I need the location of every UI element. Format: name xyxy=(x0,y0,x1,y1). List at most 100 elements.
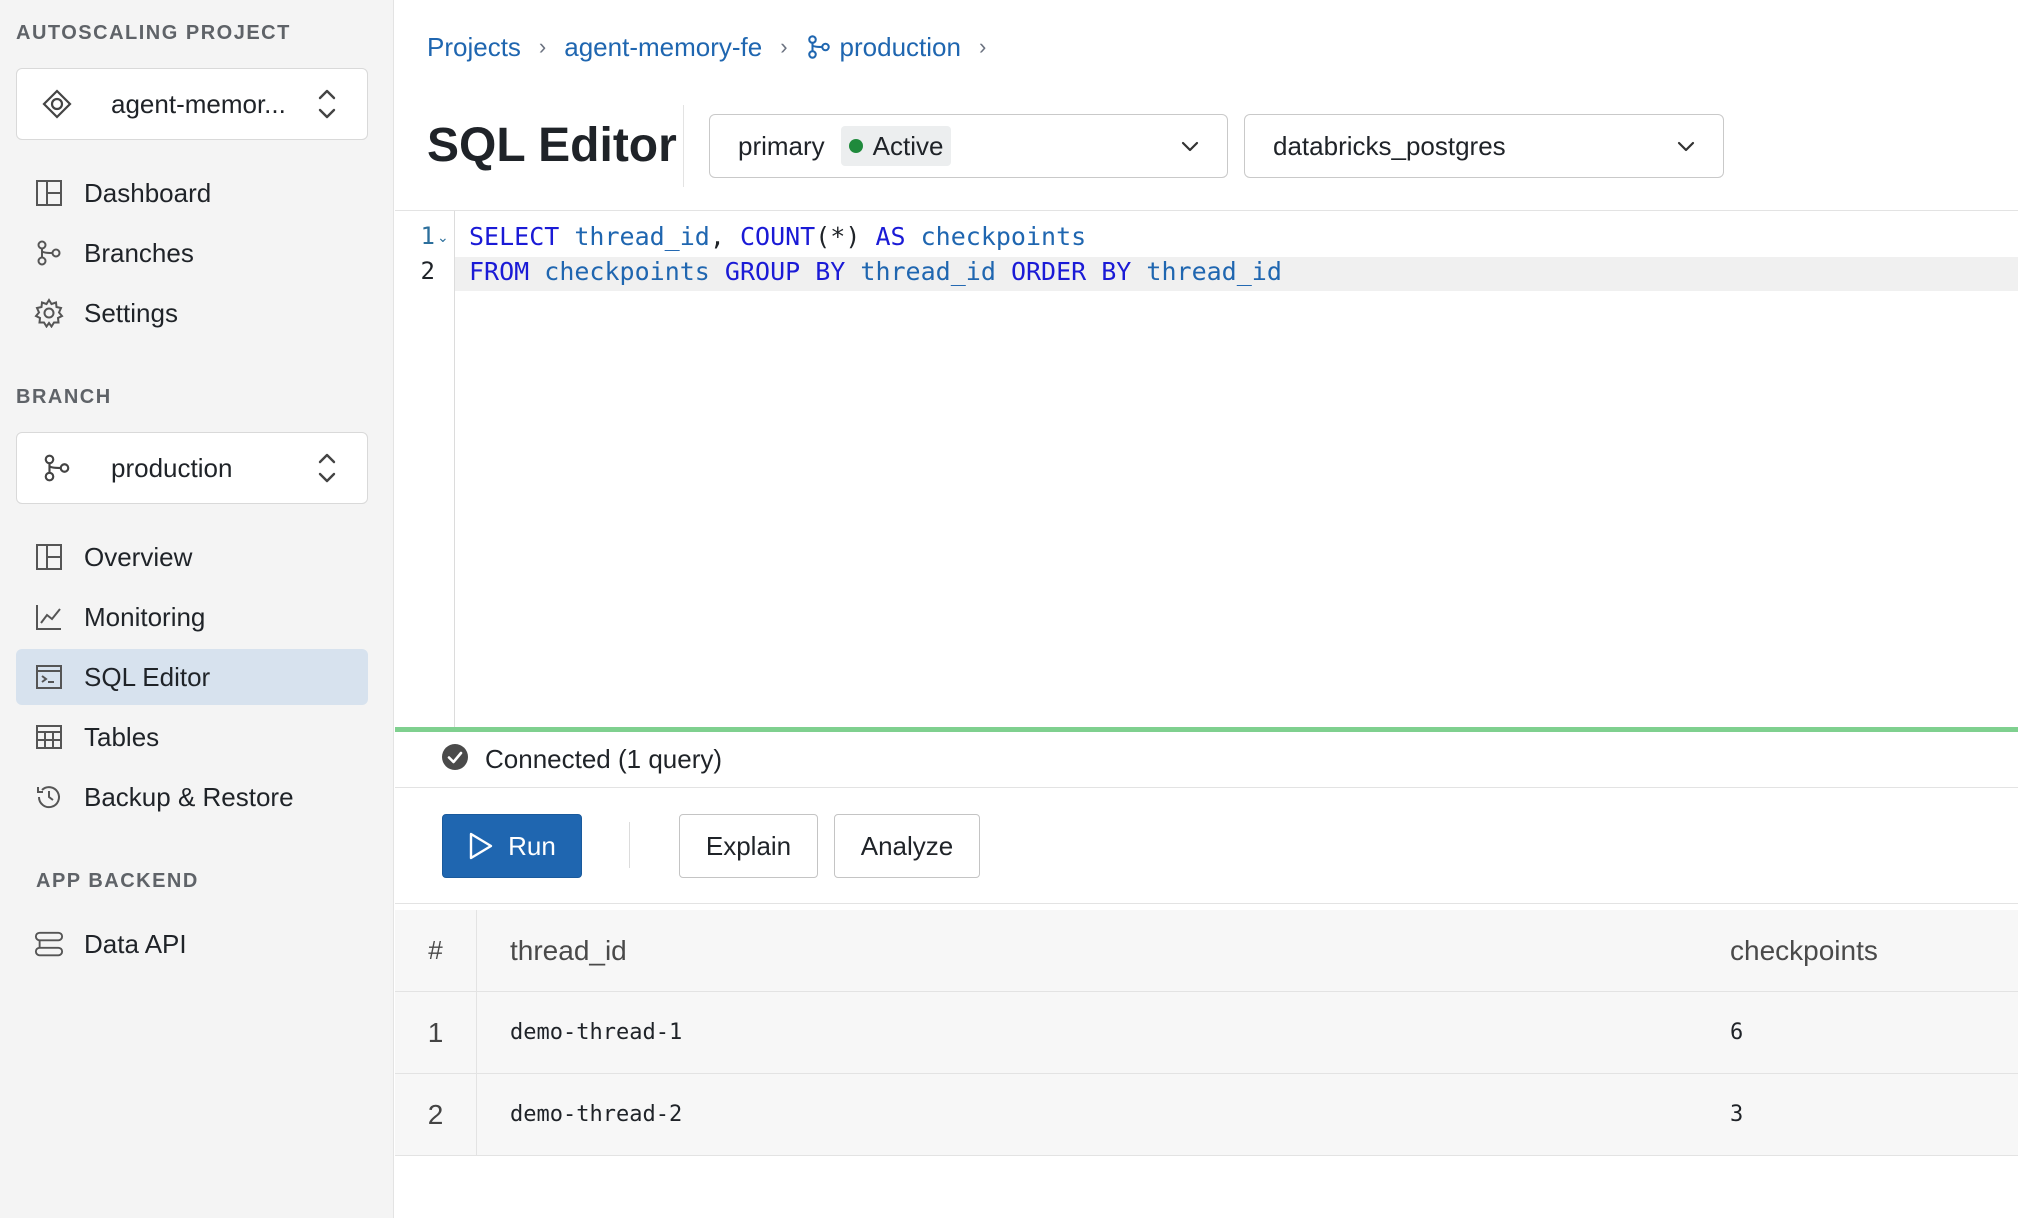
chevron-down-icon xyxy=(1179,135,1201,162)
run-button-label: Run xyxy=(508,830,556,861)
main-panel: Projects › agent-memory-fe › production … xyxy=(395,0,2018,1218)
overview-icon xyxy=(34,542,64,572)
sql-keyword: ORDER BY xyxy=(1010,257,1132,286)
results-table: # thread_id checkpoints 1 demo-thread-1 … xyxy=(395,910,2018,1156)
status-badge-label: Active xyxy=(872,130,944,161)
branch-icon xyxy=(39,450,75,486)
sidebar-item-label: Tables xyxy=(84,721,160,752)
sidebar-item-settings[interactable]: Settings xyxy=(16,285,368,341)
sidebar-item-overview[interactable]: Overview xyxy=(16,529,368,585)
sql-function: COUNT xyxy=(739,222,816,251)
line-number: 1 xyxy=(420,222,435,250)
sidebar-item-label: Backup & Restore xyxy=(84,781,294,812)
api-icon xyxy=(34,929,64,959)
sidebar-item-branches[interactable]: Branches xyxy=(16,225,368,281)
cell-thread-id[interactable]: demo-thread-1 xyxy=(510,992,682,1073)
editor-gutter: 1 ⌄ 2 xyxy=(395,211,455,729)
compute-select-value: primary xyxy=(738,130,825,161)
run-button[interactable]: Run xyxy=(442,814,582,878)
cell-checkpoints[interactable]: 3 xyxy=(1730,1074,1743,1155)
sql-identifier: thread_id xyxy=(860,257,996,286)
chevron-right-icon: › xyxy=(538,34,547,59)
header-divider xyxy=(683,105,684,187)
sql-keyword: SELECT xyxy=(469,222,560,251)
table-header-row: # thread_id checkpoints xyxy=(395,910,2018,992)
table-row[interactable]: 1 demo-thread-1 6 xyxy=(395,992,2018,1074)
history-icon xyxy=(34,782,64,812)
project-icon xyxy=(39,86,75,122)
connection-status: Connected (1 query) xyxy=(395,732,2018,788)
column-header-checkpoints[interactable]: checkpoints xyxy=(1730,910,1878,991)
branch-icon xyxy=(34,238,64,268)
sql-keyword: FROM xyxy=(469,257,530,286)
branch-icon xyxy=(806,34,832,60)
explain-button[interactable]: Explain xyxy=(679,814,818,878)
play-icon xyxy=(468,831,494,861)
sidebar: AUTOSCALING PROJECT agent-memor... Dashb… xyxy=(0,0,394,1218)
breadcrumb-project[interactable]: agent-memory-fe xyxy=(564,32,762,63)
sidebar-item-data-api[interactable]: Data API xyxy=(16,916,368,972)
check-circle-icon xyxy=(441,743,469,776)
cell-thread-id[interactable]: demo-thread-2 xyxy=(510,1074,682,1155)
sidebar-item-monitoring[interactable]: Monitoring xyxy=(16,589,368,645)
sidebar-item-label: Settings xyxy=(84,297,178,328)
branch-name: production xyxy=(111,452,233,483)
toolbar-divider xyxy=(395,903,2018,904)
row-index: 1 xyxy=(395,992,477,1073)
project-picker[interactable]: agent-memor... xyxy=(16,68,368,140)
table-row[interactable]: 2 demo-thread-2 3 xyxy=(395,1074,2018,1156)
sidebar-item-label: Overview xyxy=(84,541,193,572)
sidebar-item-label: Branches xyxy=(84,237,194,268)
database-select[interactable]: databricks_postgres xyxy=(1244,114,1724,178)
sql-keyword: AS xyxy=(875,222,906,251)
page-title: SQL Editor xyxy=(427,119,677,172)
column-header-thread-id[interactable]: thread_id xyxy=(510,910,627,991)
connection-status-text: Connected (1 query) xyxy=(485,744,723,774)
status-dot xyxy=(848,139,863,153)
compute-select[interactable]: primary Active xyxy=(709,114,1228,178)
breadcrumb: Projects › agent-memory-fe › production … xyxy=(427,30,1004,64)
sidebar-item-label: Data API xyxy=(84,928,187,959)
line-number: 2 xyxy=(420,257,435,285)
sidebar-item-sql-editor[interactable]: SQL Editor xyxy=(16,649,368,705)
sql-identifier: thread_id xyxy=(1146,257,1282,286)
sql-keyword: GROUP BY xyxy=(724,257,846,286)
chevron-up-down-icon xyxy=(309,82,345,126)
sidebar-item-dashboard[interactable]: Dashboard xyxy=(16,165,368,221)
chevron-right-icon: › xyxy=(978,34,987,59)
code-line[interactable]: SELECT thread_id, COUNT(*) AS checkpoint… xyxy=(469,222,1086,251)
chevron-down-icon xyxy=(1675,135,1697,162)
code-line[interactable]: FROM checkpoints GROUP BY thread_id ORDE… xyxy=(469,257,1282,286)
backend-section-label: APP BACKEND xyxy=(36,870,199,892)
table-icon xyxy=(34,722,64,752)
sql-editor[interactable]: 1 ⌄ 2 SELECT thread_id, COUNT(*) AS chec… xyxy=(395,210,2018,729)
chevron-right-icon: › xyxy=(780,34,788,59)
project-section-label: AUTOSCALING PROJECT xyxy=(16,22,291,44)
sql-punctuation: (*) xyxy=(815,222,861,251)
breadcrumb-projects[interactable]: Projects xyxy=(427,32,521,63)
database-select-value: databricks_postgres xyxy=(1273,130,1506,161)
analyze-button[interactable]: Analyze xyxy=(834,814,980,878)
cell-checkpoints[interactable]: 6 xyxy=(1730,992,1743,1073)
column-header-index[interactable]: # xyxy=(395,910,477,991)
sidebar-item-backup-restore[interactable]: Backup & Restore xyxy=(16,769,368,825)
sidebar-item-label: Monitoring xyxy=(84,601,206,632)
sql-identifier: checkpoints xyxy=(920,222,1087,251)
project-name: agent-memor... xyxy=(111,88,286,119)
status-badge: Active xyxy=(840,126,952,166)
toolbar-divider xyxy=(629,822,630,868)
chevron-up-down-icon xyxy=(309,446,345,490)
chart-line-icon xyxy=(34,602,64,632)
dashboard-icon xyxy=(34,178,64,208)
sql-identifier: checkpoints xyxy=(544,257,710,286)
sidebar-item-label: Dashboard xyxy=(84,177,212,208)
fold-chevron-icon[interactable]: ⌄ xyxy=(437,229,449,246)
sql-punctuation: , xyxy=(709,222,725,251)
branch-picker[interactable]: production xyxy=(16,432,368,504)
sidebar-item-tables[interactable]: Tables xyxy=(16,709,368,765)
row-index: 2 xyxy=(395,1074,477,1155)
branch-section-label: BRANCH xyxy=(16,386,112,408)
sql-identifier: thread_id xyxy=(574,222,710,251)
breadcrumb-branch[interactable]: production xyxy=(840,32,961,63)
gear-icon xyxy=(34,298,64,328)
